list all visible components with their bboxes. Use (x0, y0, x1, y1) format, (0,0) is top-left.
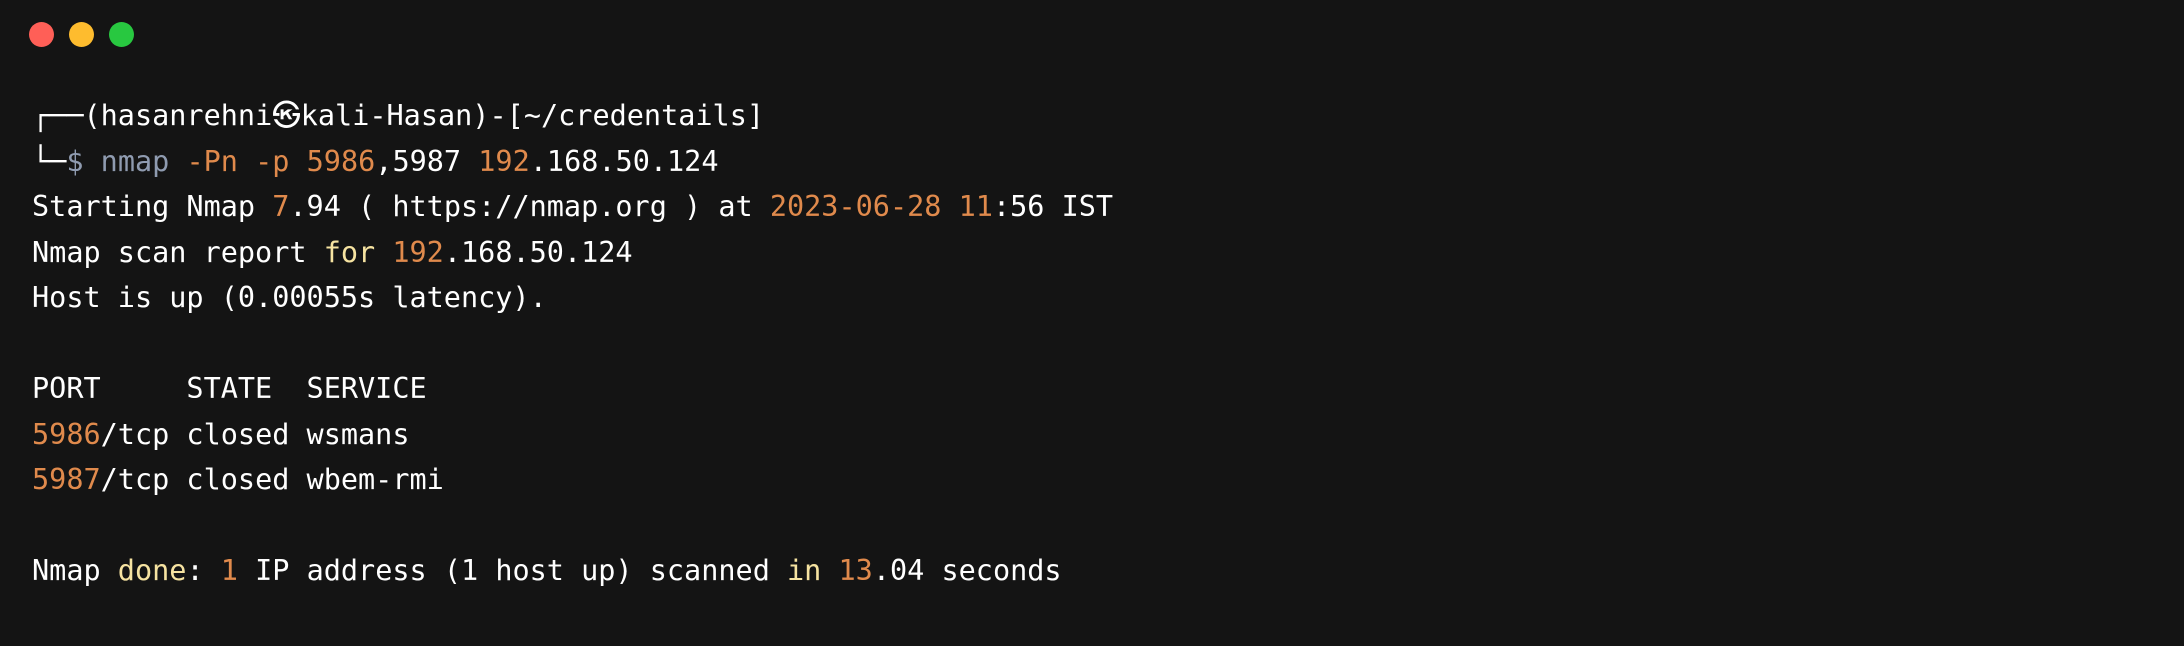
report-ip-rest: .168.50.124 (443, 235, 633, 269)
date-sep-2: - (889, 190, 908, 223)
terminal-window: ┌──(hasanrehni㉿kali-Hasan)-[~/credentail… (0, 0, 2184, 646)
report-ip-first-octet: 192 (392, 235, 444, 269)
time-rest: :56 IST (992, 190, 1114, 223)
port-table-row: 5987/tcp closed wbem-rmi (32, 457, 2164, 503)
flag-pn: -Pn (186, 144, 238, 178)
scan-report-line: Nmap scan report for 192.168.50.124 (32, 230, 2164, 276)
done-ip-count: 1 (220, 554, 238, 587)
host-up-line: Host is up (0.00055s latency). (32, 281, 547, 314)
prompt-box-bottom: └─ (32, 144, 67, 178)
prompt-dollar: $ (66, 144, 84, 178)
done-seconds-int: 13 (838, 554, 873, 587)
prompt-dash: - (489, 99, 507, 132)
date-sep-1: - (838, 190, 856, 223)
done-seconds-rest: .04 seconds (872, 554, 1062, 587)
command-line: └─$ nmap -Pn -p 5986,5987 192.168.50.124 (32, 139, 2164, 185)
version-major: 7 (272, 190, 290, 223)
report-for-keyword: for (323, 235, 376, 269)
window-controls (29, 22, 134, 47)
scan-done-line: Nmap done: 1 IP address (1 host up) scan… (32, 548, 2164, 594)
maximize-window-button[interactable] (109, 22, 134, 47)
date-year: 2023 (769, 190, 839, 223)
date-month: 06 (855, 190, 890, 223)
done-keyword: done (117, 554, 187, 587)
starting-prefix: Starting Nmap (32, 190, 273, 223)
port-details: /tcp closed wbem-rmi (100, 463, 444, 496)
port-number: 5986 (32, 417, 101, 451)
port-table-row: 5986/tcp closed wsmans (32, 412, 2164, 458)
terminal-output[interactable]: ┌──(hasanrehni㉿kali-Hasan)-[~/credentail… (32, 93, 2164, 594)
command-port-1: 5986 (306, 144, 376, 178)
port-table-header: PORT STATE SERVICE (32, 372, 427, 405)
command-ip-first-octet: 192 (478, 144, 530, 178)
command-port-separator: , (375, 144, 393, 178)
date-day: 28 (907, 190, 942, 223)
prompt-header-line: ┌──(hasanrehni㉿kali-Hasan)-[~/credentail… (32, 93, 2164, 139)
done-prefix: Nmap (32, 554, 118, 587)
port-number: 5987 (32, 463, 101, 496)
flag-p: -p (255, 144, 290, 178)
version-rest: .94 ( https://nmap.org ) at (289, 190, 770, 223)
prompt-user-host: (hasanrehni㉿kali-Hasan) (83, 99, 490, 132)
close-window-button[interactable] (29, 22, 54, 47)
done-in-keyword: in (787, 554, 822, 587)
starting-line: Starting Nmap 7.94 ( https://nmap.org ) … (32, 184, 2164, 230)
report-prefix: Nmap scan report (32, 235, 324, 269)
done-middle: IP address (1 host up) scanned (237, 554, 788, 587)
minimize-window-button[interactable] (69, 22, 94, 47)
prompt-cwd: [~/credentails] (506, 99, 765, 132)
done-colon: : (186, 554, 221, 587)
time-hour: 11 (958, 190, 993, 223)
port-details: /tcp closed wsmans (100, 417, 410, 451)
prompt-box-top: ┌── (32, 99, 84, 132)
command-ip-rest: .168.50.124 (529, 144, 719, 178)
command-port-2: 5987 (392, 144, 462, 178)
command-name: nmap (100, 144, 170, 178)
